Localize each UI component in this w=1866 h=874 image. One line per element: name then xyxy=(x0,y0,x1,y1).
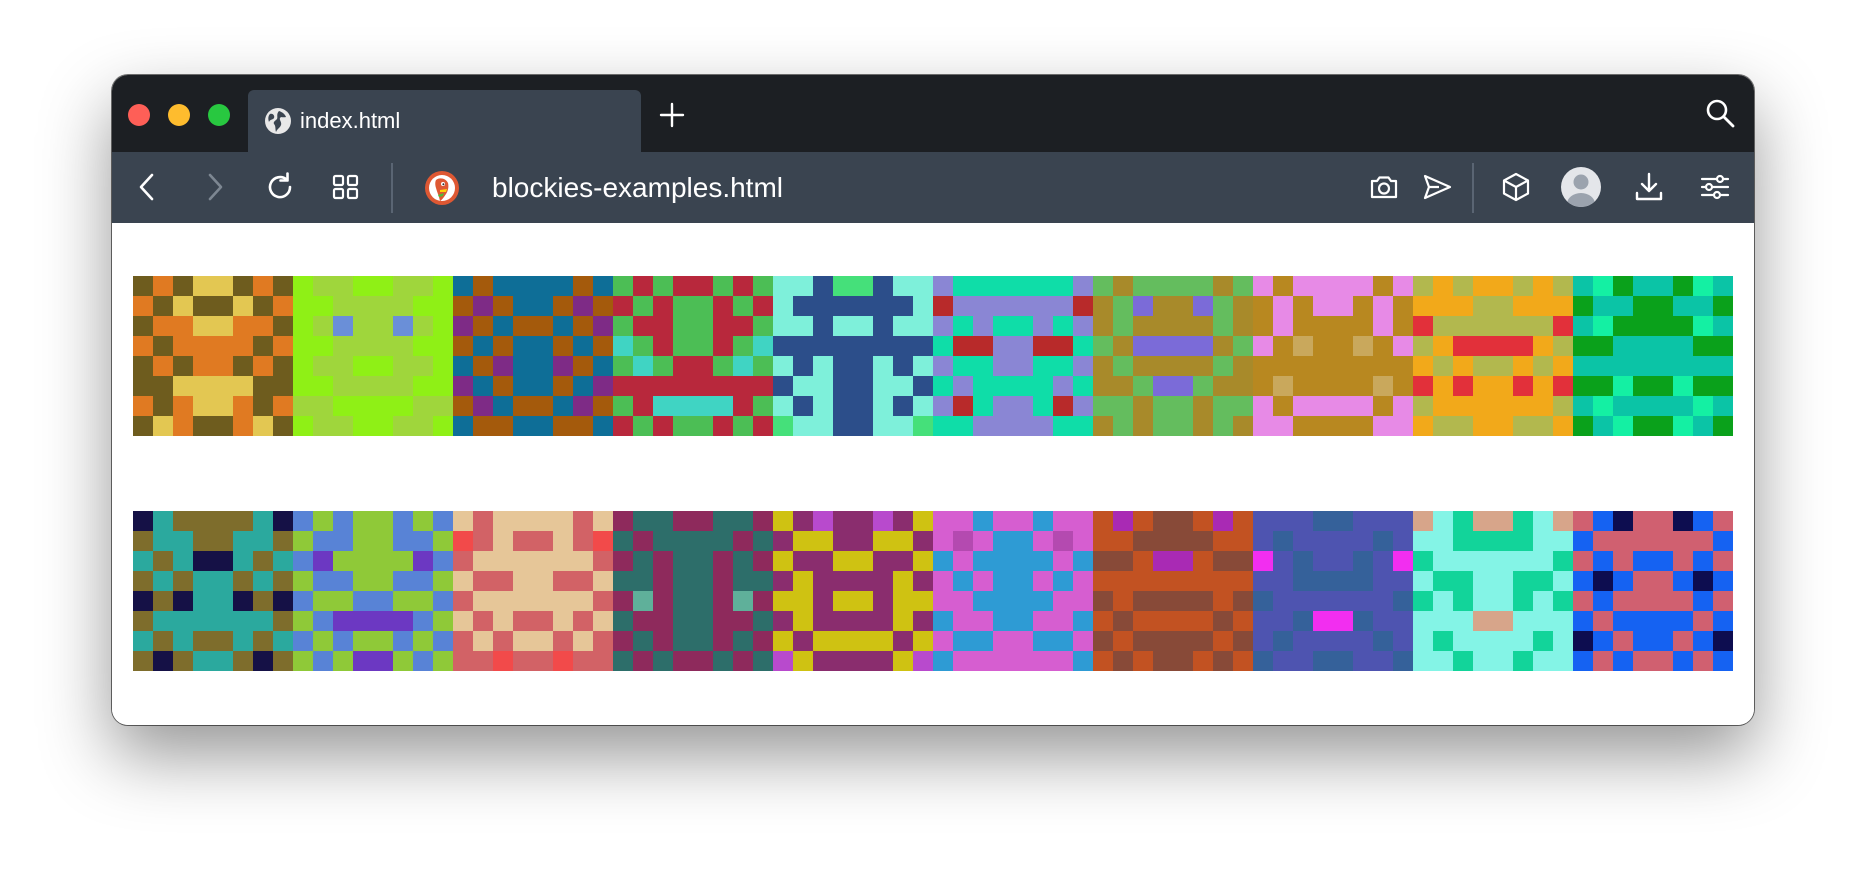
blockies-row-2 xyxy=(133,511,1733,671)
blockie-image xyxy=(613,276,773,436)
tab-title: index.html xyxy=(300,108,401,133)
toolbar-divider-right xyxy=(1472,163,1474,213)
search-icon[interactable] xyxy=(1704,97,1736,129)
download-icon[interactable] xyxy=(1633,171,1665,203)
browser-window: index.html blockies-examples.html xyxy=(112,75,1754,725)
blockie-image xyxy=(133,276,293,436)
minimize-window-button[interactable] xyxy=(168,104,190,126)
blockie-image xyxy=(933,511,1093,671)
blockie-image xyxy=(1413,511,1573,671)
blockie-image xyxy=(613,511,773,671)
blockie-image xyxy=(293,511,453,671)
maximize-window-button[interactable] xyxy=(208,104,230,126)
globe-icon xyxy=(265,108,291,134)
close-window-button[interactable] xyxy=(128,104,150,126)
blockie-image xyxy=(1573,511,1733,671)
back-arrow-icon[interactable] xyxy=(132,171,164,203)
title-bar: index.html xyxy=(112,75,1754,152)
address-bar-url[interactable]: blockies-examples.html xyxy=(492,172,783,204)
reload-icon[interactable] xyxy=(264,171,296,203)
toolbar: blockies-examples.html xyxy=(112,152,1754,223)
plus-icon[interactable] xyxy=(658,101,686,129)
blockie-image xyxy=(453,276,613,436)
duckduckgo-icon xyxy=(425,171,459,205)
blockie-image xyxy=(1253,511,1413,671)
sliders-icon[interactable] xyxy=(1699,171,1731,203)
toolbar-divider xyxy=(391,163,393,213)
avatar-icon[interactable] xyxy=(1560,166,1602,208)
blockie-image xyxy=(933,276,1093,436)
blockie-image xyxy=(773,511,933,671)
blockie-image xyxy=(1253,276,1413,436)
blockies-row-1 xyxy=(133,276,1733,436)
page-content xyxy=(112,223,1754,725)
blockie-image xyxy=(453,511,613,671)
blockie-image xyxy=(133,511,293,671)
blockie-image xyxy=(1093,276,1253,436)
cube-icon[interactable] xyxy=(1500,171,1532,203)
tab-index[interactable]: index.html xyxy=(248,90,641,152)
blockie-image xyxy=(1093,511,1253,671)
camera-icon[interactable] xyxy=(1368,171,1400,203)
blockie-image xyxy=(293,276,453,436)
blockie-image xyxy=(1573,276,1733,436)
blockie-image xyxy=(773,276,933,436)
blockie-image xyxy=(1413,276,1573,436)
forward-arrow-icon xyxy=(208,173,223,201)
tab-grid-icon[interactable] xyxy=(330,171,362,203)
send-icon[interactable] xyxy=(1421,171,1453,203)
